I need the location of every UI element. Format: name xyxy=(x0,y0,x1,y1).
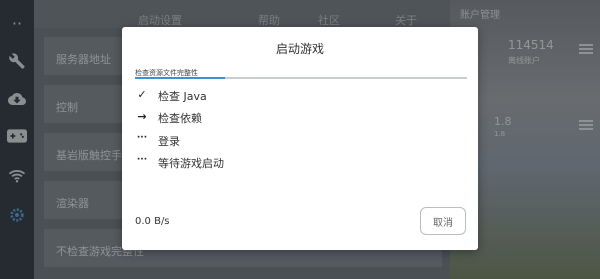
step-label: 登录 xyxy=(158,135,180,148)
pending-icon: ··· xyxy=(136,155,148,165)
step-label: 检查依赖 xyxy=(158,112,202,125)
progress-bar-fill xyxy=(135,77,225,79)
step-label: 等待游戏启动 xyxy=(158,157,224,170)
download-speed: 0.0 B/s xyxy=(135,216,170,227)
arrow-right-icon: → xyxy=(137,110,147,123)
step-label: 检查 Java xyxy=(158,90,207,103)
cancel-button[interactable]: 取消 xyxy=(420,207,466,235)
check-icon: ✓ xyxy=(137,88,147,101)
launch-game-dialog: 启动游戏 检查资源文件完整性 ✓ 检查 Java → 检查依赖 ··· 登录 ·… xyxy=(122,27,478,250)
pending-icon: ··· xyxy=(136,133,148,143)
dialog-title: 启动游戏 xyxy=(275,42,324,56)
progress-bar xyxy=(135,77,467,79)
